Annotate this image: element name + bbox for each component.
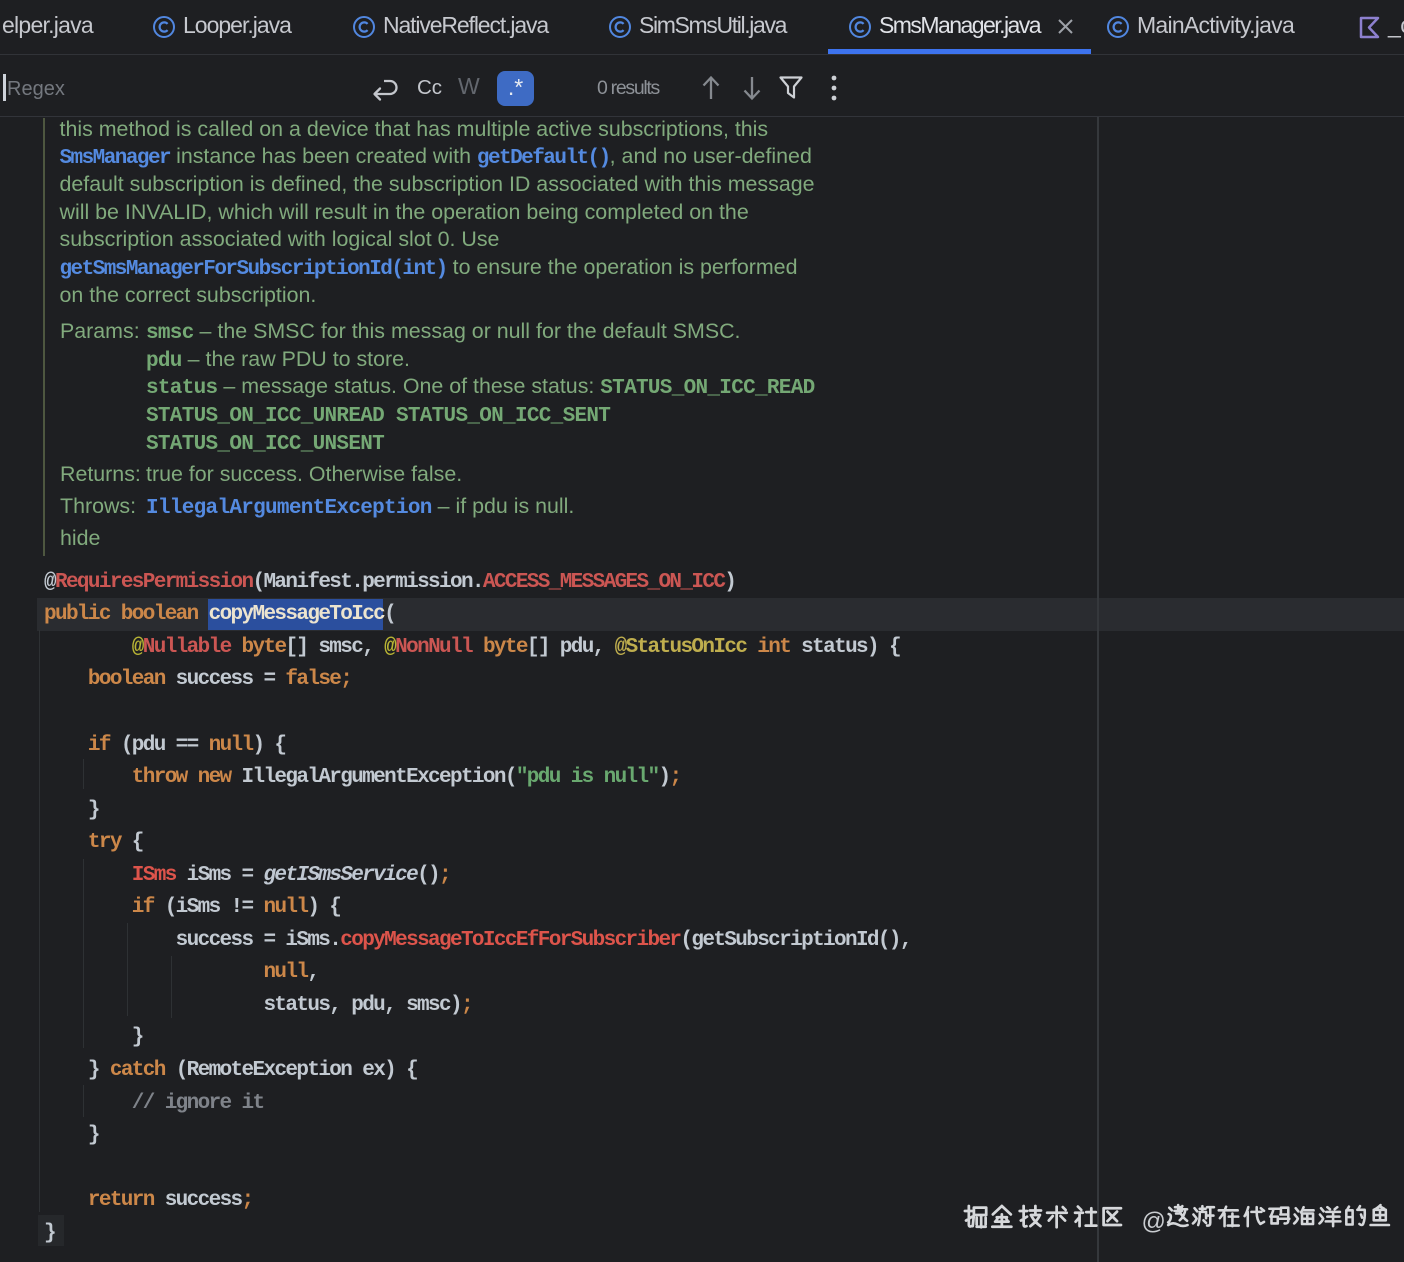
svg-text:@: @ [1142,1208,1166,1235]
